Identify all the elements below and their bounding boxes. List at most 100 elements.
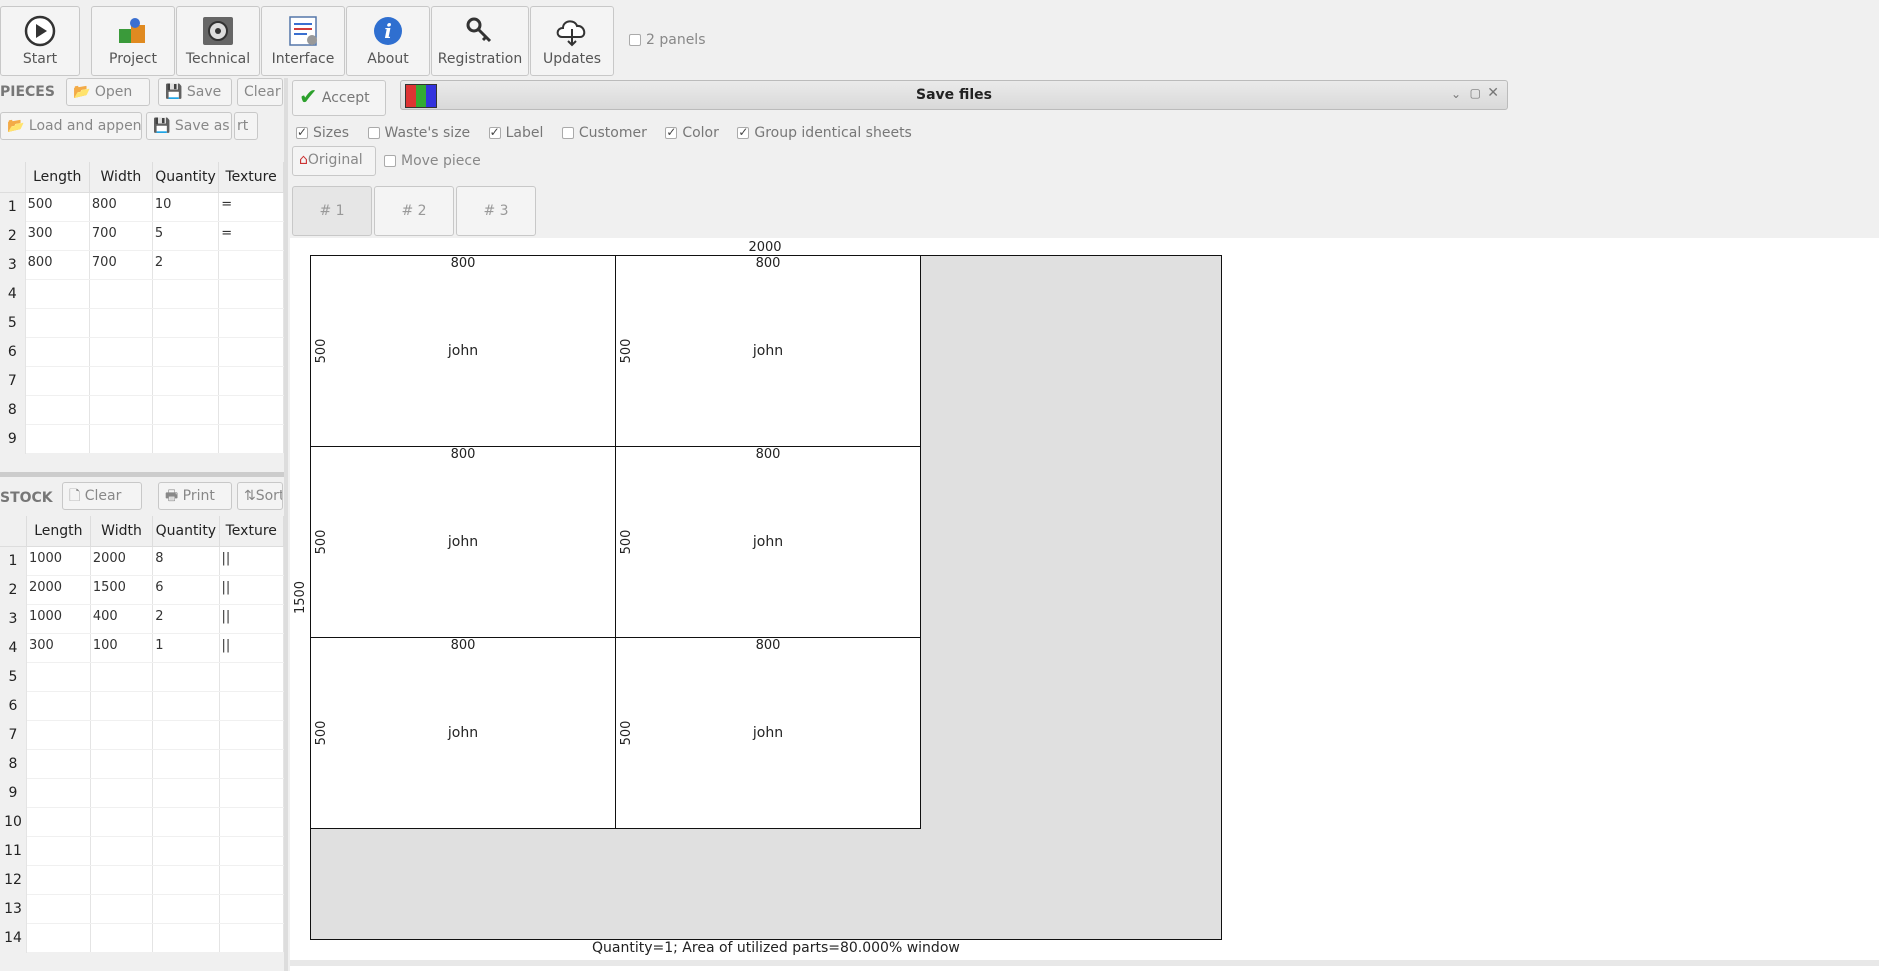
save-button[interactable]: 💾 Save xyxy=(158,78,232,106)
column-header[interactable]: Length xyxy=(25,162,90,193)
close-icon[interactable]: ✕ xyxy=(1487,85,1499,101)
sort-pieces-button[interactable]: rt xyxy=(234,112,258,140)
minimize-icon[interactable]: ⌄ xyxy=(1451,87,1461,101)
color-option[interactable]: Color xyxy=(665,125,719,141)
interface-button[interactable]: Interface xyxy=(261,6,345,76)
accept-button[interactable]: ✔ Accept xyxy=(292,80,386,116)
quantity-cell[interactable]: 2 xyxy=(152,250,220,280)
waste-size-checkbox[interactable] xyxy=(367,127,380,139)
texture-cell[interactable] xyxy=(218,250,284,280)
texture-cell[interactable] xyxy=(219,749,284,779)
width-cell[interactable]: 2000 xyxy=(90,546,154,576)
project-button[interactable]: Project xyxy=(91,6,175,76)
table-row[interactable]: 13 xyxy=(0,894,284,924)
table-row[interactable]: 1 1000 2000 8 || xyxy=(0,546,284,576)
sheet-piece[interactable]: 800 500 john xyxy=(310,255,616,447)
save-as-button[interactable]: 💾 Save as xyxy=(146,112,232,140)
table-row[interactable]: 14 xyxy=(0,923,284,953)
original-button[interactable]: ⌂Original xyxy=(292,146,376,176)
column-header[interactable]: Quantity xyxy=(152,162,220,193)
texture-cell[interactable]: = xyxy=(218,192,284,222)
texture-cell[interactable] xyxy=(219,720,284,750)
color-checkbox[interactable] xyxy=(665,125,678,139)
texture-cell[interactable] xyxy=(219,691,284,721)
column-header[interactable]: Width xyxy=(89,162,153,193)
texture-cell[interactable] xyxy=(218,395,284,425)
label-option[interactable]: Label xyxy=(488,125,543,141)
length-cell[interactable] xyxy=(26,894,91,924)
length-cell[interactable] xyxy=(26,720,91,750)
length-cell[interactable]: 300 xyxy=(25,221,90,251)
texture-cell[interactable] xyxy=(219,923,284,953)
table-row[interactable]: 2 2000 1500 6 || xyxy=(0,575,284,605)
quantity-cell[interactable] xyxy=(152,691,220,721)
texture-cell[interactable] xyxy=(218,366,284,396)
width-cell[interactable] xyxy=(89,366,153,396)
waste-size-option[interactable]: Waste's size xyxy=(367,125,470,141)
quantity-cell[interactable] xyxy=(152,720,220,750)
sheet-piece[interactable]: 800 500 john xyxy=(615,637,921,829)
sizes-checkbox[interactable] xyxy=(296,125,308,139)
quantity-cell[interactable] xyxy=(152,662,220,692)
length-cell[interactable] xyxy=(25,366,90,396)
quantity-cell[interactable] xyxy=(152,749,220,779)
width-cell[interactable] xyxy=(89,308,153,338)
table-row[interactable]: 5 xyxy=(0,662,284,692)
length-cell[interactable] xyxy=(26,662,91,692)
move-piece-option[interactable]: Move piece xyxy=(384,153,481,169)
quantity-cell[interactable]: 6 xyxy=(152,575,220,605)
length-cell[interactable] xyxy=(25,337,90,367)
two-panels-toggle[interactable]: 2 panels xyxy=(629,32,706,48)
texture-cell[interactable] xyxy=(219,778,284,808)
width-cell[interactable]: 700 xyxy=(89,221,153,251)
width-cell[interactable] xyxy=(90,807,154,837)
table-row[interactable]: 3 1000 400 2 || xyxy=(0,604,284,634)
texture-cell[interactable] xyxy=(219,662,284,692)
quantity-cell[interactable]: 10 xyxy=(152,192,220,222)
technical-button[interactable]: Technical xyxy=(176,6,260,76)
quantity-cell[interactable] xyxy=(152,395,220,425)
table-row[interactable]: 10 xyxy=(0,807,284,837)
width-cell[interactable]: 100 xyxy=(90,633,154,663)
width-cell[interactable]: 800 xyxy=(89,192,153,222)
updates-button[interactable]: Updates xyxy=(530,6,614,76)
texture-cell[interactable]: || xyxy=(219,604,284,634)
width-cell[interactable]: 700 xyxy=(89,250,153,280)
quantity-cell[interactable] xyxy=(152,807,220,837)
sheet-piece[interactable]: 800 500 john xyxy=(615,446,921,638)
quantity-cell[interactable] xyxy=(152,923,220,953)
texture-cell[interactable] xyxy=(218,308,284,338)
sheet-tab-3[interactable]: # 3 xyxy=(456,186,536,236)
vertical-splitter[interactable] xyxy=(284,78,288,971)
quantity-cell[interactable] xyxy=(152,865,220,895)
width-cell[interactable] xyxy=(90,662,154,692)
group-identical-option[interactable]: Group identical sheets xyxy=(737,125,912,141)
column-header[interactable]: Texture xyxy=(219,516,284,547)
length-cell[interactable] xyxy=(25,424,90,454)
table-row[interactable]: 9 xyxy=(0,424,284,454)
left-panel-splitter[interactable] xyxy=(0,472,284,477)
maximize-icon[interactable]: ▢ xyxy=(1470,86,1481,100)
quantity-cell[interactable]: 8 xyxy=(152,546,220,576)
customer-checkbox[interactable] xyxy=(561,127,574,139)
length-cell[interactable]: 300 xyxy=(26,633,91,663)
width-cell[interactable] xyxy=(90,749,154,779)
texture-cell[interactable] xyxy=(219,807,284,837)
quantity-cell[interactable] xyxy=(152,366,220,396)
sheet-piece[interactable]: 800 500 john xyxy=(615,255,921,447)
width-cell[interactable] xyxy=(89,337,153,367)
quantity-cell[interactable] xyxy=(152,337,220,367)
column-header[interactable]: Width xyxy=(90,516,154,547)
table-row[interactable]: 6 xyxy=(0,691,284,721)
width-cell[interactable] xyxy=(90,778,154,808)
table-row[interactable]: 3 800 700 2 xyxy=(0,250,284,280)
column-header[interactable]: Texture xyxy=(218,162,284,193)
texture-cell[interactable] xyxy=(219,836,284,866)
length-cell[interactable] xyxy=(26,923,91,953)
save-files-dialog[interactable]: Save files ⌄ ▢ ✕ xyxy=(400,80,1508,110)
table-row[interactable]: 4 300 100 1 || xyxy=(0,633,284,663)
customer-option[interactable]: Customer xyxy=(561,125,647,141)
texture-cell[interactable] xyxy=(218,279,284,309)
group-identical-checkbox[interactable] xyxy=(737,125,750,139)
quantity-cell[interactable] xyxy=(152,308,220,338)
